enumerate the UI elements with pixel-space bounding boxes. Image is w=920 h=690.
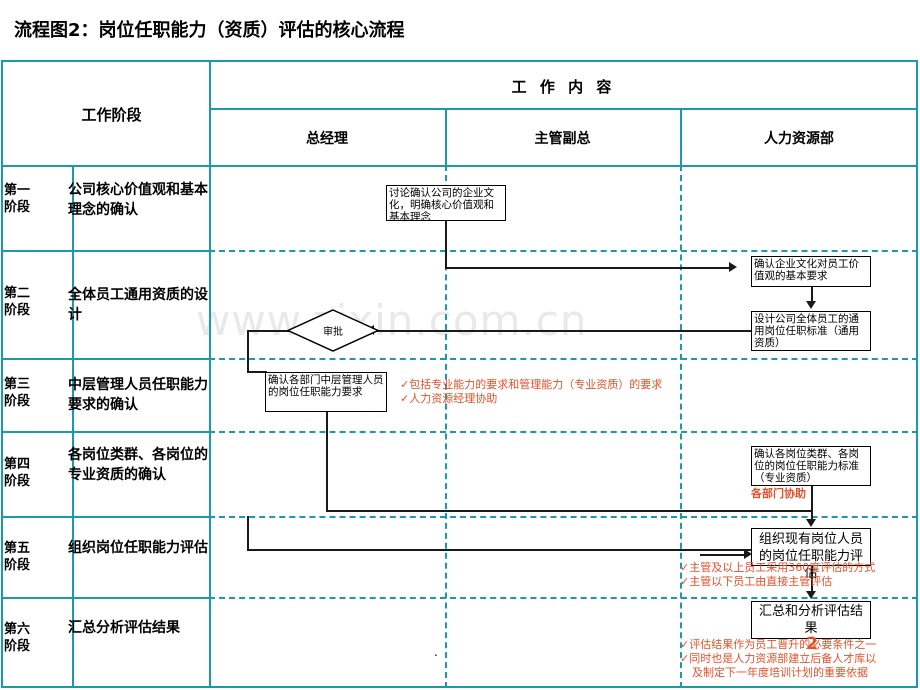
stage-body-divider [209,165,211,688]
connector-3-left [373,330,751,332]
lane-divider-2 [680,165,682,688]
header-lane-gm: 总经理 [306,131,348,147]
stage-number-6-line2: 阶段 [4,639,31,654]
header-stage-label: 工作阶段 [81,106,142,124]
stage-name-5: 组织岗位任职能力评估 [68,540,208,556]
stage-name-1: 公司核心价值观和基本理念的确认 [68,182,208,218]
node-confirm-culture-req[interactable]: 确认企业文化对员工价值观的基本要求 [751,256,871,287]
row-sep-3-left [1,431,209,433]
row-sep-3-right [209,431,918,433]
node-approval-label: 审批 [323,327,343,338]
note-stage5-line1: ✓主管及以上员工采用360度评估的方式 [680,561,876,574]
stage-number-2: 第二 阶段 [4,285,68,319]
node-discuss-culture[interactable]: 讨论确认公司的企业文化，明确核心价值观和基本理念 [386,185,506,223]
stage-number-5-line2: 阶段 [4,558,31,573]
connector-1-down [445,221,447,268]
connector-7-right [247,549,812,551]
note-stage5-line2: ✓主管以下员工由直接主管评估 [680,575,833,588]
stage-name-4: 各岗位类群、各岗位的专业资质的确认 [68,447,208,483]
note-stage3-line1: ✓包括专业能力的要求和管理能力（专业资质）的要求 [400,378,663,391]
arrowhead-4 [806,519,816,527]
node-confirm-job-family-std[interactable]: 确认各岗位类群、各岗位的岗位任职能力标准（专业资质） [751,446,871,486]
row-sep-1-left [1,250,209,252]
connector-4-left [247,330,289,332]
stage-number-6: 第六 阶段 [4,621,68,655]
page-number: 2 [806,634,818,654]
header-lane-vp: 主管副总 [534,131,591,147]
stage-number-3: 第三 阶段 [4,376,68,410]
note-stage3-line2: ✓人力资源经理协助 [400,392,498,405]
note-stage6-line3: 及制定下一年度培训计划的重要依据 [692,666,868,679]
page-title: 流程图2：岗位任职能力（资质）评估的核心流程 [14,20,405,41]
connector-6-down [811,486,813,522]
row-sep-5-left [1,597,209,599]
stage-name-3: 中层管理人员任职能力要求的确认 [68,377,208,413]
stage-number-3-line1: 第三 [4,377,31,392]
header-bottom-divider [1,165,918,167]
arrowhead-1 [729,262,737,272]
note-stage6-line1: ✓评估结果作为员工晋升的必要条件之一 [680,638,877,651]
row-sep-2-right [209,358,918,360]
header-divider-work [209,108,918,110]
stage-number-4-line1: 第四 [4,457,31,472]
connector-4-join [247,371,267,373]
stage-number-1-line2: 阶段 [4,200,31,215]
node-approval-decision[interactable]: 审批 [286,309,380,352]
node-design-general-std[interactable]: 设计公司全体员工的通用岗位任职标准（通用资质） [751,311,871,351]
stage-number-1-line1: 第一 [4,183,31,198]
connector-5-right [326,510,811,512]
arrowhead-2 [806,301,816,309]
row-sep-1-right [209,250,918,252]
stage-number-1: 第一 阶段 [4,182,68,216]
stage-number-3-line2: 阶段 [4,394,31,409]
stage-name-2: 全体员工通用资质的设计 [68,287,208,323]
dot-marker: . [434,645,438,659]
arrowhead-7 [806,591,816,599]
stage-number-5: 第五 阶段 [4,540,68,574]
connector-5-down [326,412,328,511]
header-work-label: 工 作 内 容 [511,78,616,96]
connector-4-down [247,330,249,372]
header-lane-hr: 人力资源部 [764,131,834,147]
connector-7-down [247,516,249,550]
stage-no-divider [72,165,74,688]
node-confirm-middle-mgr[interactable]: 确认各部门中层管理人员的岗位任职能力要求 [265,372,387,412]
note-stage6-line2: ✓同时也是人力资源部建立后备人才库以 [680,652,877,665]
stage-number-6-line1: 第六 [4,622,31,637]
stage-number-2-line2: 阶段 [4,303,31,318]
note-stage4-line1: 各部门协助 [751,487,806,500]
connector-5-in [700,554,748,556]
connector-1-right [445,267,731,269]
row-sep-4-left [1,516,209,518]
stage-number-5-line1: 第五 [4,541,31,556]
stage-number-4-line2: 阶段 [4,474,31,489]
flowchart-page: www.zixin.com.cn 流程图2：岗位任职能力（资质）评估的核心流程 … [0,0,920,690]
row-sep-2-left [1,358,209,360]
stage-name-6: 汇总分析评估结果 [68,620,180,636]
stage-number-4: 第四 阶段 [4,456,68,490]
flow-table [1,60,918,688]
stage-number-2-line1: 第二 [4,286,31,301]
